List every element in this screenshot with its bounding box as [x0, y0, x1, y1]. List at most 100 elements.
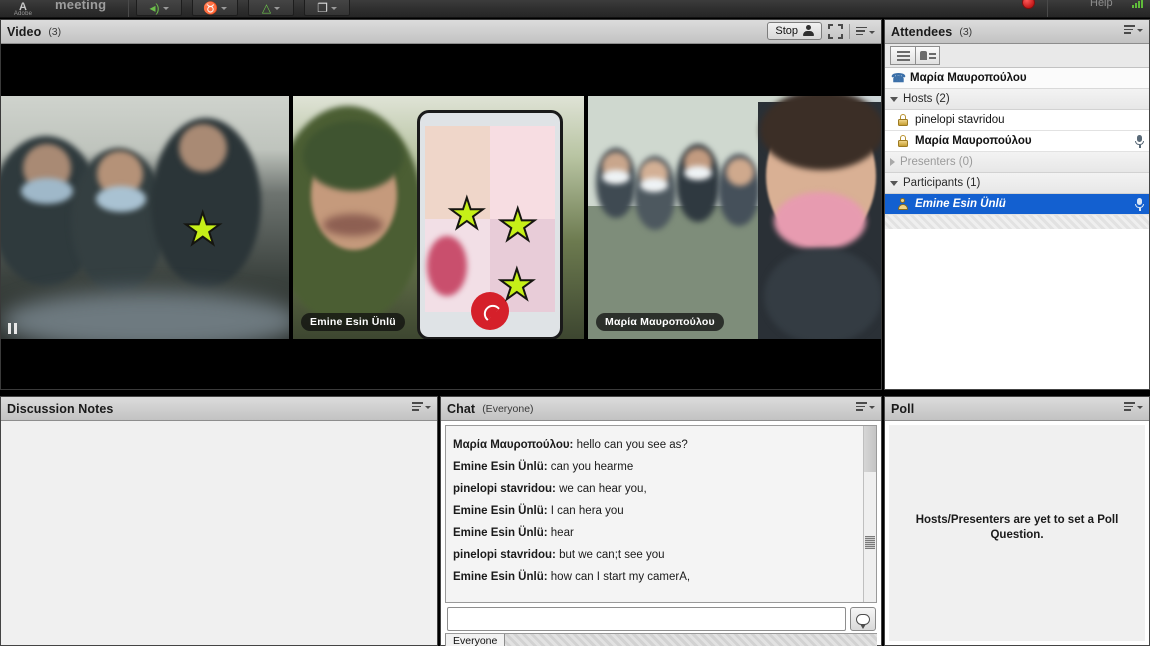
attendees-count: (3)	[959, 25, 973, 38]
notes-pod-menu-button[interactable]	[412, 402, 431, 411]
chat-message-text: how can I start my camerA,	[547, 571, 691, 583]
camera-button[interactable]: △	[248, 0, 294, 16]
chat-message-sender: pinelopi stavridou:	[453, 483, 556, 495]
chat-tab-everyone[interactable]: Everyone	[445, 634, 506, 646]
menu-icon	[1124, 25, 1135, 34]
toolbar-separator	[1047, 0, 1048, 17]
attendees-pod-menu-button[interactable]	[1124, 25, 1143, 34]
person-icon	[803, 25, 814, 37]
chevron-down-icon	[1137, 29, 1143, 33]
stop-video-button[interactable]: Stop	[767, 22, 822, 40]
video-grid: ★ ★ ★ ★ Emine Esin Ünlü Μαρία Μαυροπούλο…	[1, 44, 881, 389]
attendee-list-item[interactable]: Μαρία Μαυροπούλου	[885, 131, 1149, 152]
microphone-button[interactable]: ♉	[192, 0, 238, 16]
microphone-icon	[1135, 135, 1144, 148]
attendee-caller-row[interactable]: ☎ Μαρία Μαυροπούλου	[885, 68, 1149, 89]
recording-indicator-icon[interactable]	[1022, 0, 1035, 9]
share-screen-icon: ❐	[317, 1, 328, 15]
video-tile-name: Emine Esin Ünlü	[301, 313, 405, 331]
chat-bubble-icon	[856, 613, 870, 629]
video-pod-menu-button[interactable]	[856, 26, 875, 36]
poll-body: Hosts/Presenters are yet to set a Poll Q…	[889, 425, 1145, 641]
help-menu[interactable]: Help	[1090, 0, 1113, 9]
chat-scope-label: (Everyone)	[482, 402, 534, 415]
microphone-icon: ♉	[203, 1, 218, 15]
video-feed-image	[1, 96, 289, 339]
chat-message-text: we can hear you,	[555, 483, 647, 495]
adobe-connect-meeting-window: A Adobe meeting ◂) ♉ △ ❐ Help Video (3) …	[0, 0, 1150, 646]
tool-separator	[849, 23, 850, 39]
meeting-menu-title[interactable]: meeting	[55, 0, 106, 12]
adobe-logo-mark: A	[19, 1, 27, 13]
chevron-down-icon	[330, 7, 337, 10]
fullscreen-icon[interactable]	[828, 23, 843, 39]
stop-button-label: Stop	[775, 25, 798, 37]
attendee-group-header[interactable]: Participants (1)	[885, 173, 1149, 194]
attendee-group-label: Presenters (0)	[900, 156, 973, 168]
chat-message-list[interactable]: Μαρία Μαυροπούλου: hello can you see as?…	[445, 425, 877, 603]
chat-pod-title: Chat	[447, 401, 476, 416]
send-message-button[interactable]	[850, 607, 876, 631]
chat-message-sender: Emine Esin Ünlü:	[453, 505, 548, 517]
menu-icon	[856, 402, 867, 411]
microphone-icon	[1135, 198, 1144, 211]
share-screen-button[interactable]: ❐	[304, 0, 350, 16]
card-view-button[interactable]	[915, 46, 940, 65]
chat-input[interactable]	[447, 607, 846, 631]
card-view-icon	[919, 51, 936, 60]
list-view-icon	[896, 50, 910, 61]
poll-pod-title: Poll	[891, 401, 915, 416]
speaker-button[interactable]: ◂)	[136, 0, 182, 16]
chevron-down-icon	[869, 31, 875, 34]
attendees-pod: Attendees (3) ☎ Μαρία Μαυροπούλου Hosts (2…	[884, 19, 1150, 390]
attendees-list[interactable]: ☎ Μαρία Μαυροπούλου Hosts (2) pinelopi stav…	[885, 68, 1149, 389]
chat-pod-menu-button[interactable]	[856, 402, 875, 411]
attendee-name: Μαρία Μαυροπούλου	[915, 135, 1032, 147]
speaker-icon: ◂)	[149, 1, 160, 15]
list-view-button[interactable]	[890, 46, 915, 65]
face-cover-star-icon: ★	[497, 201, 538, 250]
chat-input-row	[447, 607, 876, 631]
adobe-logo: A Adobe	[6, 0, 40, 18]
video-pod-count: (3)	[48, 25, 62, 38]
chat-message: Emine Esin Ünlü: I can hera you	[453, 500, 870, 522]
connection-signal-icon	[1132, 0, 1143, 8]
chevron-down-icon	[1137, 406, 1143, 410]
attendee-list-item[interactable]: Emine Esin Ünlü	[885, 194, 1149, 215]
notes-pod-title: Discussion Notes	[7, 401, 114, 416]
phone-icon: ☎	[891, 71, 906, 85]
chat-message: Μαρία Μαυροπούλου: hello can you see as?	[453, 434, 870, 456]
chevron-down-icon	[425, 406, 431, 410]
adobe-logo-word: Adobe	[13, 11, 33, 17]
menu-icon	[1124, 402, 1135, 411]
chevron-down-icon	[890, 96, 898, 102]
chevron-down-icon	[869, 406, 875, 410]
video-pod-tools: Stop	[767, 22, 875, 40]
chat-scrollbar-thumb[interactable]	[865, 536, 875, 549]
chat-message-sender: Emine Esin Ünlü:	[453, 571, 548, 583]
chat-message-sender: pinelopi stavridou:	[453, 549, 556, 561]
notes-text-area[interactable]	[1, 421, 437, 645]
chat-scrollbar[interactable]	[863, 426, 876, 602]
pause-icon[interactable]	[8, 323, 17, 334]
toolbar-separator	[128, 0, 129, 17]
video-tile[interactable]: Μαρία Μαυροπούλου	[588, 96, 881, 339]
chat-message-text: hello can you see as?	[573, 439, 688, 451]
menu-icon	[412, 402, 423, 411]
attendee-list-item[interactable]: pinelopi stavridou	[885, 110, 1149, 131]
attendee-group-label: Participants (1)	[903, 177, 981, 189]
video-tile[interactable]: ★ ★ ★ Emine Esin Ünlü	[293, 96, 584, 339]
discussion-notes-pod: Discussion Notes	[0, 396, 438, 646]
attendees-view-toolbar	[885, 44, 1149, 68]
chat-tab-bar: Everyone	[445, 633, 877, 646]
attendee-group-header[interactable]: Presenters (0)	[885, 152, 1149, 173]
video-tile[interactable]: ★	[1, 96, 289, 339]
chat-scrollbar-track	[864, 426, 876, 472]
chevron-down-icon	[890, 180, 898, 186]
video-pod: Video (3) Stop ★ ★ ★ ★ Emine Esin Ünlü Μ…	[0, 19, 882, 390]
video-pod-title: Video	[7, 24, 42, 39]
poll-pod-menu-button[interactable]	[1124, 402, 1143, 411]
attendee-group-header[interactable]: Hosts (2)	[885, 89, 1149, 110]
video-feed-image	[293, 96, 584, 339]
attendees-pod-title: Attendees	[891, 24, 953, 39]
